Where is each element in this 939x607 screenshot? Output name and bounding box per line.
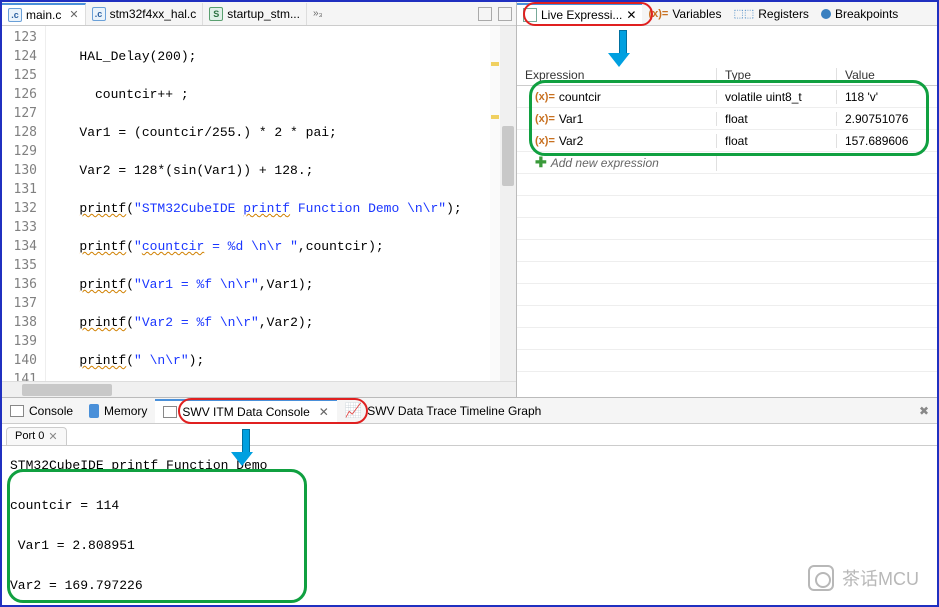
col-type[interactable]: Type xyxy=(717,68,837,82)
close-icon[interactable]: ✕ xyxy=(48,430,57,443)
port-tabs: Port 0 ✕ xyxy=(2,424,937,446)
code-area[interactable]: HAL_Delay(200); countcir++ ; Var1 = (cou… xyxy=(46,26,516,381)
swv-console-output[interactable]: STM32CubeIDE printf Function Demo countc… xyxy=(2,446,937,606)
c-file-icon: .c xyxy=(8,8,22,22)
tab-breakpoints[interactable]: Breakpoints xyxy=(815,3,904,25)
port-tab-0[interactable]: Port 0 ✕ xyxy=(6,427,67,445)
console-icon xyxy=(10,405,24,417)
col-expression[interactable]: Expression xyxy=(517,68,717,82)
line-gutter: 123 124 125 126 127 128 129 130 131 132 … xyxy=(2,26,46,381)
code-editor[interactable]: 123 124 125 126 127 128 129 130 131 132 … xyxy=(2,26,516,381)
live-expressions-table: Expression Type Value (x)=countcir volat… xyxy=(517,64,937,397)
table-row xyxy=(517,240,937,262)
editor-tabs: .c main.c ✕ .c stm32f4xx_hal.c S startup… xyxy=(2,2,516,26)
table-row xyxy=(517,174,937,196)
table-row xyxy=(517,306,937,328)
tab-live-expressions[interactable]: Live Expressi... ✕ xyxy=(517,3,642,25)
expression-icon: (x)= xyxy=(535,113,555,125)
tab-stm32f4xx-hal[interactable]: .c stm32f4xx_hal.c xyxy=(86,3,204,25)
close-icon[interactable]: ✕ xyxy=(319,405,329,419)
bottom-view-tabs: Console Memory SWV ITM Data Console ✕ 📈 … xyxy=(2,398,937,424)
tab-label: Variables xyxy=(672,7,721,21)
table-row[interactable]: (x)=countcir volatile uint8_t 118 'v' xyxy=(517,86,937,108)
close-icon[interactable]: ✕ xyxy=(69,8,78,21)
tab-label: Registers xyxy=(758,7,809,21)
tab-main-c[interactable]: .c main.c ✕ xyxy=(2,3,86,25)
table-row xyxy=(517,284,937,306)
tab-label: main.c xyxy=(26,8,61,22)
memory-icon xyxy=(89,404,99,418)
c-file-icon: .c xyxy=(92,7,106,21)
plus-icon: ✚ xyxy=(535,154,547,171)
tab-label: Live Expressi... xyxy=(541,8,622,22)
table-row xyxy=(517,196,937,218)
table-row xyxy=(517,218,937,240)
tab-memory[interactable]: Memory xyxy=(81,399,155,423)
right-view-tabs: Live Expressi... ✕ (x)= Variables ⬚⬚ Reg… xyxy=(517,2,937,26)
table-row xyxy=(517,350,937,372)
breakpoints-icon xyxy=(821,9,831,19)
table-row[interactable]: (x)=Var2 float 157.689606 xyxy=(517,130,937,152)
maximize-icon[interactable] xyxy=(498,7,512,21)
col-value[interactable]: Value xyxy=(837,68,937,82)
swv-console-icon xyxy=(163,406,177,418)
wrench-icon[interactable]: ✖ xyxy=(919,404,937,418)
table-row xyxy=(517,328,937,350)
overview-ruler[interactable] xyxy=(490,26,500,381)
table-header: Expression Type Value xyxy=(517,64,937,86)
tab-swv-itm-data-console[interactable]: SWV ITM Data Console ✕ xyxy=(155,399,336,423)
scrollbar-vertical[interactable] xyxy=(500,26,516,381)
table-row xyxy=(517,262,937,284)
add-expression-row[interactable]: ✚Add new expression xyxy=(517,152,937,174)
table-row[interactable]: (x)=Var1 float 2.90751076 xyxy=(517,108,937,130)
tab-variables[interactable]: (x)= Variables xyxy=(642,3,727,25)
live-expressions-icon xyxy=(523,8,537,22)
trace-graph-icon: 📈 xyxy=(345,402,362,419)
scrollbar-horizontal[interactable] xyxy=(2,381,516,397)
tab-overflow-icon[interactable]: »₃ xyxy=(307,8,329,19)
tab-label: Breakpoints xyxy=(835,7,898,21)
expression-icon: (x)= xyxy=(535,135,555,147)
s-file-icon: S xyxy=(209,7,223,21)
tab-label: startup_stm... xyxy=(227,7,300,21)
tab-swv-trace-timeline[interactable]: 📈 SWV Data Trace Timeline Graph xyxy=(337,399,550,423)
tab-startup-stm[interactable]: S startup_stm... xyxy=(203,3,307,25)
tab-label: stm32f4xx_hal.c xyxy=(110,7,197,21)
tab-registers[interactable]: ⬚⬚ Registers xyxy=(727,3,814,25)
expression-icon: (x)= xyxy=(535,91,555,103)
variables-icon: (x)= xyxy=(648,8,668,20)
tab-console[interactable]: Console xyxy=(2,399,81,423)
close-icon[interactable]: ✕ xyxy=(626,8,636,22)
minimize-icon[interactable] xyxy=(478,7,492,21)
registers-icon: ⬚⬚ xyxy=(733,7,754,20)
